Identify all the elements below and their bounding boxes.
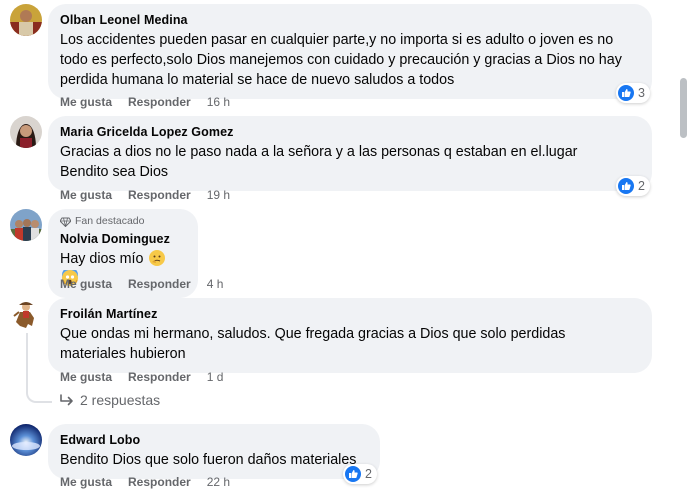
like-button[interactable]: Me gusta <box>60 94 112 110</box>
reaction-number: 2 <box>365 467 372 481</box>
comment-text: Que ondas mi hermano, saludos. Que frega… <box>60 326 566 362</box>
like-button[interactable]: Me gusta <box>60 369 112 385</box>
reply-arrow-icon <box>60 394 73 406</box>
avatar[interactable] <box>10 424 42 456</box>
comment-author[interactable]: Froilán Martínez <box>60 306 640 322</box>
like-button[interactable]: Me gusta <box>60 187 112 203</box>
comment-time[interactable]: 22 h <box>207 474 230 490</box>
comment-bubble: Froilán Martínez Que ondas mi hermano, s… <box>48 298 652 373</box>
thread-connector <box>26 333 52 403</box>
reaction-number: 3 <box>638 86 645 100</box>
avatar[interactable] <box>10 209 42 241</box>
comment-actions: Me gusta Responder 1 d <box>60 369 239 385</box>
like-reaction-icon <box>618 178 634 194</box>
like-button[interactable]: Me gusta <box>60 474 112 490</box>
view-replies-button[interactable]: 2 respuestas <box>60 392 160 408</box>
comment-text: Bendito Dios que solo fueron daños mater… <box>60 452 357 468</box>
comment-actions: Me gusta Responder 19 h <box>60 187 246 203</box>
comment-bubble: Edward Lobo Bendito Dios que solo fueron… <box>48 424 380 479</box>
comment-bubble: Olban Leonel Medina Los accidentes puede… <box>48 4 652 99</box>
comment-author[interactable]: Edward Lobo <box>60 432 368 448</box>
reply-button[interactable]: Responder <box>128 187 191 203</box>
like-button[interactable]: Me gusta <box>60 276 112 292</box>
reaction-number: 2 <box>638 179 645 193</box>
thinking-face-emoji-icon <box>149 250 166 266</box>
avatar[interactable] <box>10 298 42 330</box>
comment-actions: Me gusta Responder 4 h <box>60 276 239 292</box>
like-reaction-icon <box>345 466 361 482</box>
replies-label: 2 respuestas <box>80 392 161 408</box>
scrollbar-thumb[interactable] <box>680 78 687 138</box>
comment-actions: Me gusta Responder 16 h <box>60 94 246 110</box>
comment-actions: Me gusta Responder 22 h <box>60 474 246 490</box>
fan-badge[interactable]: Fan destacado <box>60 215 186 228</box>
reply-button[interactable]: Responder <box>128 369 191 385</box>
comment-time[interactable]: 19 h <box>207 187 230 203</box>
comment-time[interactable]: 1 d <box>207 369 224 385</box>
avatar[interactable] <box>10 116 42 148</box>
like-reaction-icon <box>618 85 634 101</box>
diamond-icon <box>60 217 71 227</box>
reaction-count[interactable]: 2 <box>343 464 377 484</box>
comment-text: Los accidentes pueden pasar en cualquier… <box>60 32 622 88</box>
comment-text-content: Hay dios mío <box>60 251 144 267</box>
comment-time[interactable]: 16 h <box>207 94 230 110</box>
scrollbar[interactable] <box>678 0 690 493</box>
comment-author[interactable]: Nolvia Dominguez <box>60 231 186 247</box>
comment-time[interactable]: 4 h <box>207 276 224 292</box>
comment-bubble: Maria Gricelda Lopez Gomez Gracias a dio… <box>48 116 652 191</box>
reply-button[interactable]: Responder <box>128 474 191 490</box>
avatar[interactable] <box>10 4 42 36</box>
comment-author[interactable]: Maria Gricelda Lopez Gomez <box>60 124 640 140</box>
reply-button[interactable]: Responder <box>128 276 191 292</box>
reaction-count[interactable]: 3 <box>616 83 650 103</box>
comment-author[interactable]: Olban Leonel Medina <box>60 12 640 28</box>
reaction-count[interactable]: 2 <box>616 176 650 196</box>
comment-text: Gracias a dios no le paso nada a la seño… <box>60 144 578 180</box>
fan-badge-label: Fan destacado <box>75 215 145 227</box>
reply-button[interactable]: Responder <box>128 94 191 110</box>
